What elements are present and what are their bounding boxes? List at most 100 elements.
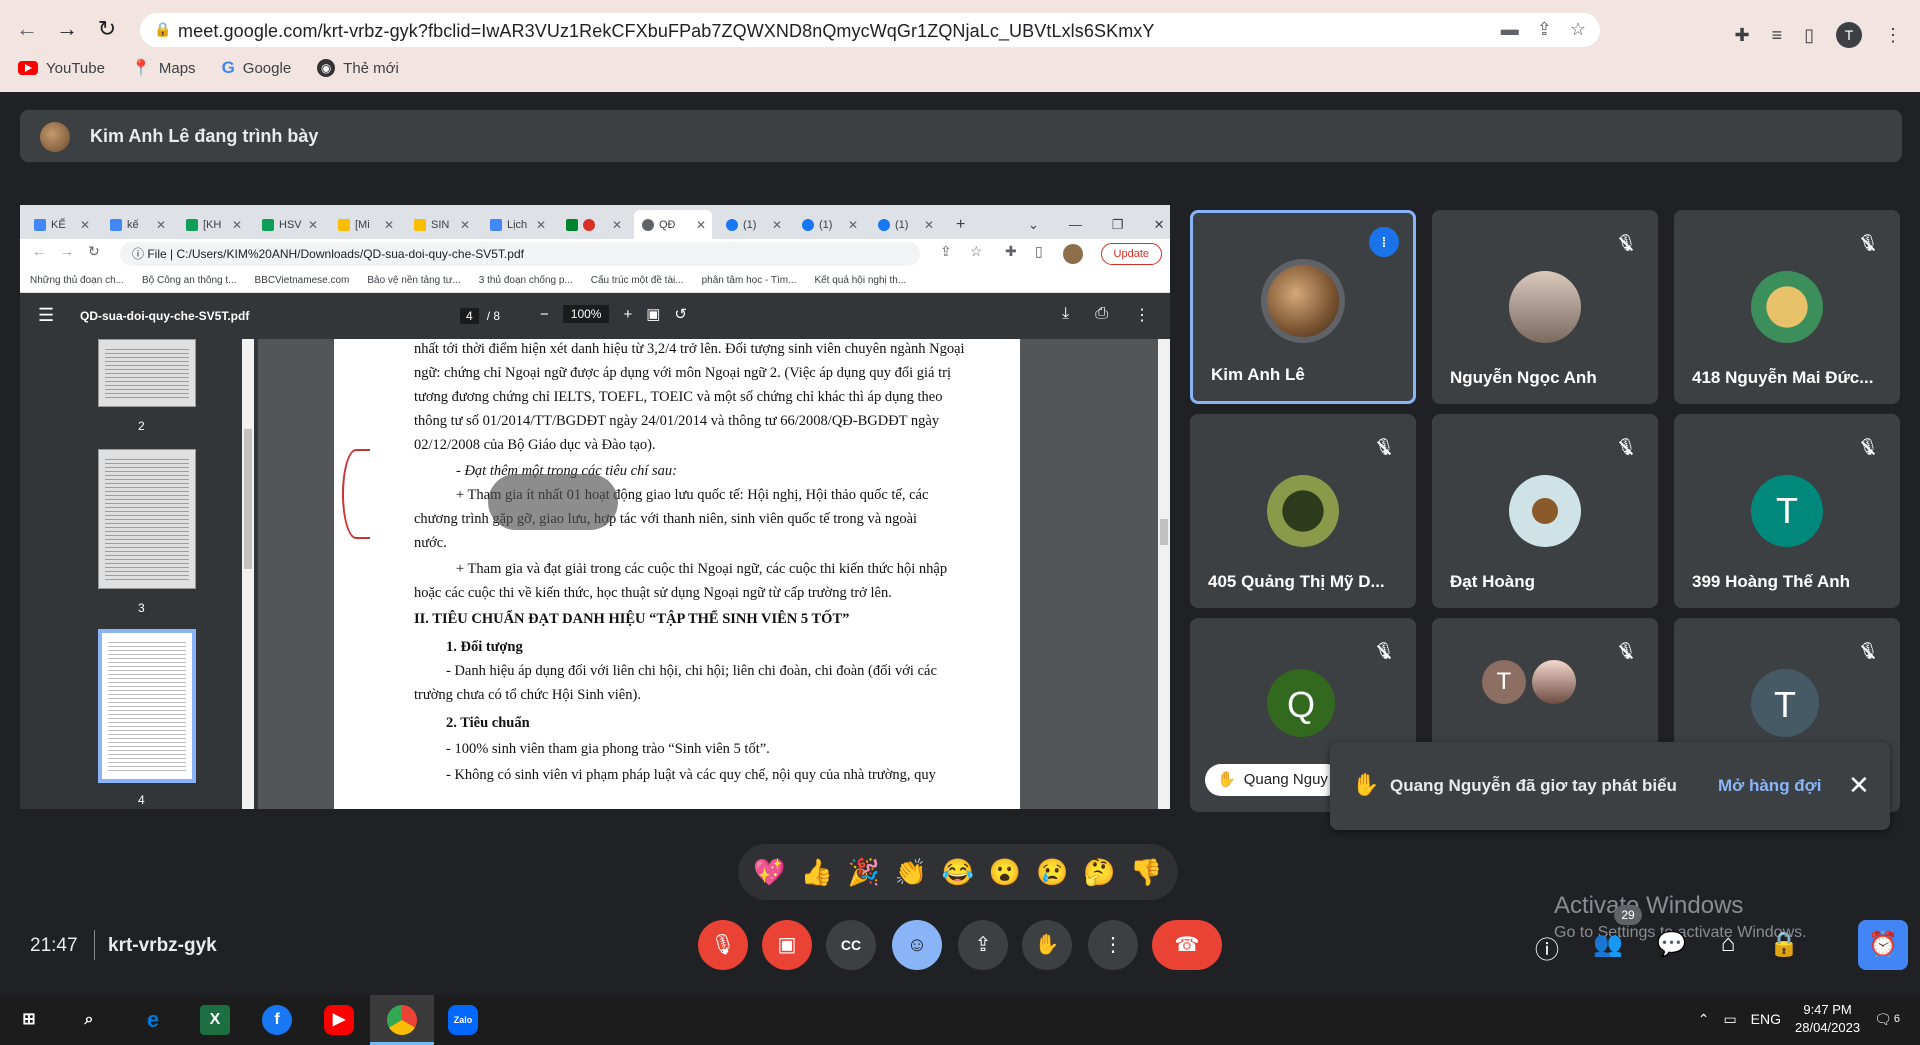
- captions-button[interactable]: CC: [826, 920, 876, 970]
- activities-icon[interactable]: ⌂: [1721, 930, 1736, 965]
- pdf-line: thông tư số 01/2014/TT/BGDĐT ngày 24/01/…: [414, 413, 940, 429]
- participant-tile[interactable]: 🎙 T 399 Hoàng Thế Anh: [1674, 414, 1900, 608]
- participant-tile[interactable]: 🎙 405 Quảng Thị Mỹ D...: [1190, 414, 1416, 608]
- notification-count: 6: [1893, 1013, 1900, 1025]
- close-icon: ✕: [79, 217, 90, 232]
- pdf-toolbar: ☰ QD-sua-doi-quy-che-SV5T.pdf 4 / 8 −100%…: [20, 293, 1170, 339]
- windows-start-icon[interactable]: ⊞: [14, 1005, 44, 1035]
- reaction-surprised[interactable]: 😮: [989, 857, 1021, 888]
- participant-tile[interactable]: 🎙 Đạt Hoàng: [1432, 414, 1658, 608]
- chevron-up-icon[interactable]: ⌃: [1698, 1011, 1710, 1028]
- mic-off-button[interactable]: 🎙: [698, 920, 748, 970]
- notifications-icon[interactable]: 🗨: [1874, 1011, 1892, 1028]
- extensions-icon[interactable]: ✚: [1734, 25, 1749, 46]
- map-pin-icon: 📍: [130, 60, 151, 77]
- search-icon[interactable]: ⌕: [74, 1005, 104, 1035]
- url-text: meet.google.com/krt-vrbz-gyk?fbclid=IwAR…: [178, 21, 1155, 41]
- mic-off-icon: 🎙: [1854, 230, 1882, 258]
- host-controls-icon[interactable]: 🔒: [1769, 930, 1799, 965]
- forward-icon: →: [60, 243, 74, 259]
- battery-icon[interactable]: ▭: [1723, 1011, 1736, 1028]
- participant-avatar: T: [1751, 669, 1819, 738]
- activate-windows-title: Activate Windows: [1554, 892, 1744, 919]
- profile-avatar[interactable]: T: [1836, 22, 1862, 48]
- reactions-button[interactable]: ☺: [892, 920, 942, 970]
- edge-icon[interactable]: e: [138, 1005, 168, 1035]
- screen-overlay-controls[interactable]: [488, 474, 618, 530]
- bookmark-label: phân tâm học - Tìm...: [701, 275, 797, 286]
- more-options-button[interactable]: ⋮: [1088, 920, 1138, 970]
- bookmark-new-tab[interactable]: ◉ Thẻ mới: [317, 59, 399, 77]
- reaction-laugh[interactable]: 😂: [942, 857, 974, 888]
- bookmark-maps[interactable]: 📍 Maps: [131, 58, 196, 78]
- participant-name: Đạt Hoàng: [1450, 572, 1535, 591]
- page-indicator: 4 / 8: [460, 308, 500, 324]
- reaction-thumbs-down[interactable]: 👎: [1130, 857, 1162, 888]
- speaking-icon: ⁞: [1369, 227, 1399, 257]
- hand-raised-chip[interactable]: ✋ Quang Nguy: [1205, 764, 1342, 796]
- excel-icon[interactable]: X: [200, 1005, 230, 1035]
- thumbnail-label: 2: [138, 419, 145, 433]
- people-icon[interactable]: 👥: [1593, 930, 1623, 965]
- end-call-icon: ☎: [1174, 934, 1200, 956]
- chip-name: Quang Nguy: [1243, 771, 1328, 788]
- back-icon[interactable]: ←: [12, 14, 42, 44]
- address-bar[interactable]: 🔒 meet.google.com/krt-vrbz-gyk?fbclid=Iw…: [140, 13, 1600, 47]
- pdf-filename: QD-sua-doi-quy-che-SV5T.pdf: [80, 309, 250, 323]
- menu-icon[interactable]: ⋮: [1884, 25, 1902, 46]
- star-icon[interactable]: ☆: [1570, 19, 1586, 40]
- pdf-line: 02/12/2008 của Bộ Giáo dục và Đào tạo).: [414, 437, 656, 453]
- reaction-heart[interactable]: 💖: [753, 857, 785, 888]
- participant-tile[interactable]: ⁞ Kim Anh Lê: [1190, 210, 1416, 404]
- info-icon[interactable]: ⓘ: [1535, 930, 1559, 965]
- mic-off-icon: 🎙: [1612, 434, 1640, 462]
- bookmark-youtube[interactable]: YouTube: [18, 60, 105, 77]
- camera-icon[interactable]: ▬: [1501, 19, 1519, 40]
- reaction-thumbs-up[interactable]: 👍: [800, 857, 832, 888]
- raise-hand-button[interactable]: ✋: [1022, 920, 1072, 970]
- bookmark-google[interactable]: G Google: [222, 58, 292, 78]
- notification-text: Quang Nguyễn đã giơ tay phát biểu: [1390, 776, 1677, 795]
- sidepanel-icon: ▯: [1035, 243, 1043, 259]
- facebook-icon[interactable]: f: [262, 1005, 292, 1035]
- reload-icon: ↻: [88, 243, 100, 259]
- info-icon: ⓘ: [132, 247, 148, 261]
- reload-icon[interactable]: ↻: [92, 14, 122, 44]
- share-icon[interactable]: ⇪: [1537, 19, 1552, 40]
- tab-label: (1): [743, 218, 757, 231]
- language-indicator[interactable]: ENG: [1751, 1011, 1781, 1027]
- participant-tile[interactable]: 🎙 Nguyễn Ngọc Anh: [1432, 210, 1658, 404]
- media-icon[interactable]: ≡: [1772, 25, 1783, 46]
- meeting-code: krt-vrbz-gyk: [108, 935, 217, 956]
- zoom-out-icon: −: [540, 305, 549, 323]
- close-icon: ✕: [307, 217, 318, 232]
- youtube-icon[interactable]: ▶: [324, 1005, 354, 1035]
- close-icon[interactable]: ✕: [1848, 770, 1870, 801]
- present-button[interactable]: ⇪: [958, 920, 1008, 970]
- google-icon: G: [221, 58, 235, 77]
- download-icon: ⤓: [1062, 305, 1070, 322]
- open-queue-link[interactable]: Mở hàng đợi: [1718, 776, 1822, 796]
- docs-icon: [490, 218, 502, 231]
- participant-tile[interactable]: 🎙 418 Nguyễn Mai Đức...: [1674, 210, 1900, 404]
- camera-off-button[interactable]: ▣: [762, 920, 812, 970]
- chrome-icon[interactable]: [387, 1005, 417, 1035]
- tab-label: kế: [127, 218, 139, 231]
- thumbnail-label: 3: [138, 601, 145, 615]
- reaction-thinking[interactable]: 🤔: [1083, 857, 1115, 888]
- reaction-party[interactable]: 🎉: [848, 857, 880, 888]
- reaction-clap[interactable]: 👏: [895, 857, 927, 888]
- shared-tab-active: QĐ ✕: [634, 210, 712, 239]
- file-path: C:/Users/KIM%20ANH/Downloads/QD-sua-doi-…: [176, 247, 524, 261]
- chevron-down-icon: ⌄: [1028, 216, 1039, 232]
- reaction-sad[interactable]: 😢: [1036, 857, 1068, 888]
- clock[interactable]: 9:47 PM 28/04/2023: [1795, 1001, 1860, 1037]
- forward-icon[interactable]: →: [52, 14, 82, 44]
- alarm-button[interactable]: ⏰: [1858, 920, 1908, 970]
- pdf-line: tương đương chứng chỉ IELTS, TOEFL, TOEI…: [414, 389, 943, 405]
- bookmark-label: Maps: [158, 59, 196, 77]
- chat-icon[interactable]: 💬: [1657, 930, 1687, 965]
- sidepanel-icon[interactable]: ▯: [1804, 25, 1814, 46]
- leave-call-button[interactable]: ☎: [1152, 920, 1222, 970]
- zalo-icon[interactable]: Zalo: [448, 1005, 478, 1035]
